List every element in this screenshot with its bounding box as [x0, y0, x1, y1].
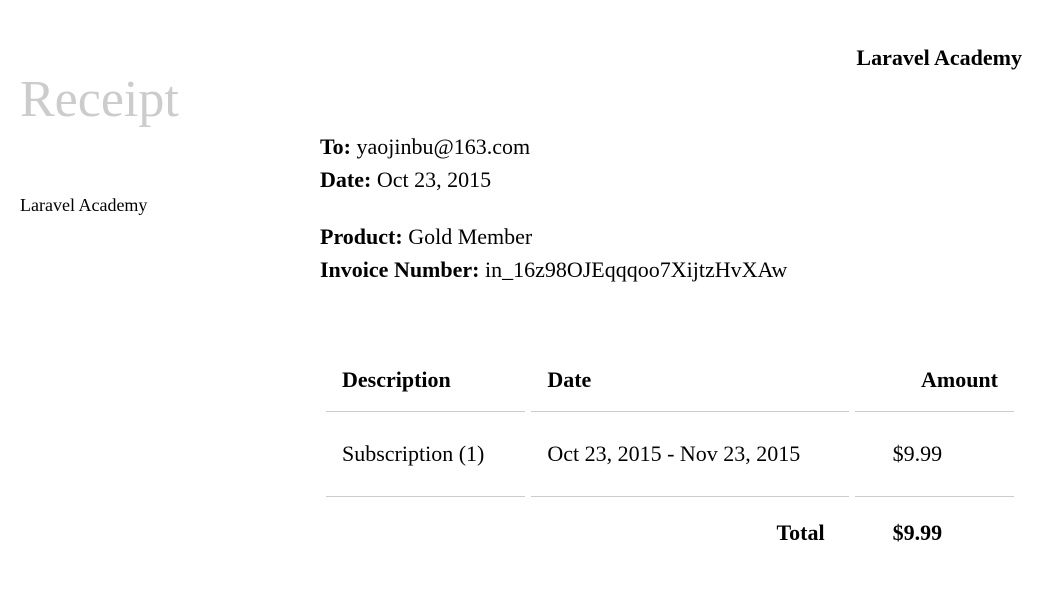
invoice-value: in_16z98OJEqqqoo7XijtzHvXAw — [485, 257, 787, 282]
receipt-heading: Receipt — [20, 70, 179, 129]
col-header-date: Date — [531, 355, 848, 412]
total-label: Total — [531, 497, 848, 553]
date-value: Oct 23, 2015 — [377, 167, 491, 192]
total-row: Total $9.99 — [326, 497, 1014, 553]
to-label: To: — [320, 134, 351, 159]
receipt-meta: To: yaojinbu@163.com Date: Oct 23, 2015 … — [320, 130, 787, 286]
product-value: Gold Member — [408, 224, 532, 249]
brand-name: Laravel Academy — [856, 45, 1022, 71]
product-label: Product: — [320, 224, 403, 249]
table-row: Subscription (1) Oct 23, 2015 - Nov 23, … — [326, 412, 1014, 497]
col-header-amount: Amount — [855, 355, 1014, 412]
total-value: $9.99 — [855, 497, 1014, 553]
cell-date: Oct 23, 2015 - Nov 23, 2015 — [531, 412, 848, 497]
vendor-name: Laravel Academy — [20, 195, 147, 216]
col-header-description: Description — [326, 355, 525, 412]
cell-amount: $9.99 — [855, 412, 1014, 497]
invoice-label: Invoice Number: — [320, 257, 479, 282]
date-label: Date: — [320, 167, 371, 192]
line-items-table: Description Date Amount Subscription (1)… — [320, 355, 1020, 552]
to-value: yaojinbu@163.com — [356, 134, 530, 159]
cell-description: Subscription (1) — [326, 412, 525, 497]
